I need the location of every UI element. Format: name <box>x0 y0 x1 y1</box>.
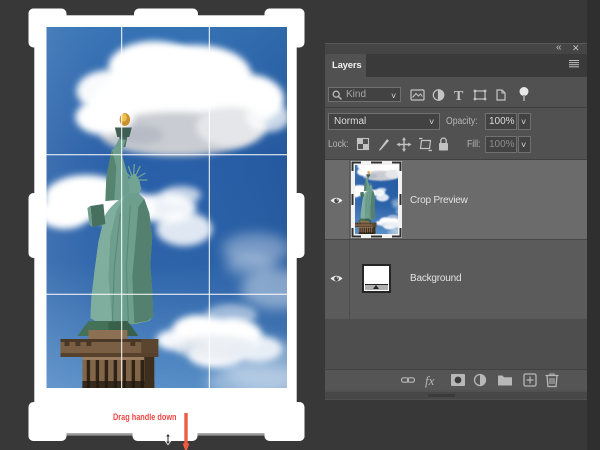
svg-text:Drag handle down: Drag handle down <box>113 412 177 423</box>
